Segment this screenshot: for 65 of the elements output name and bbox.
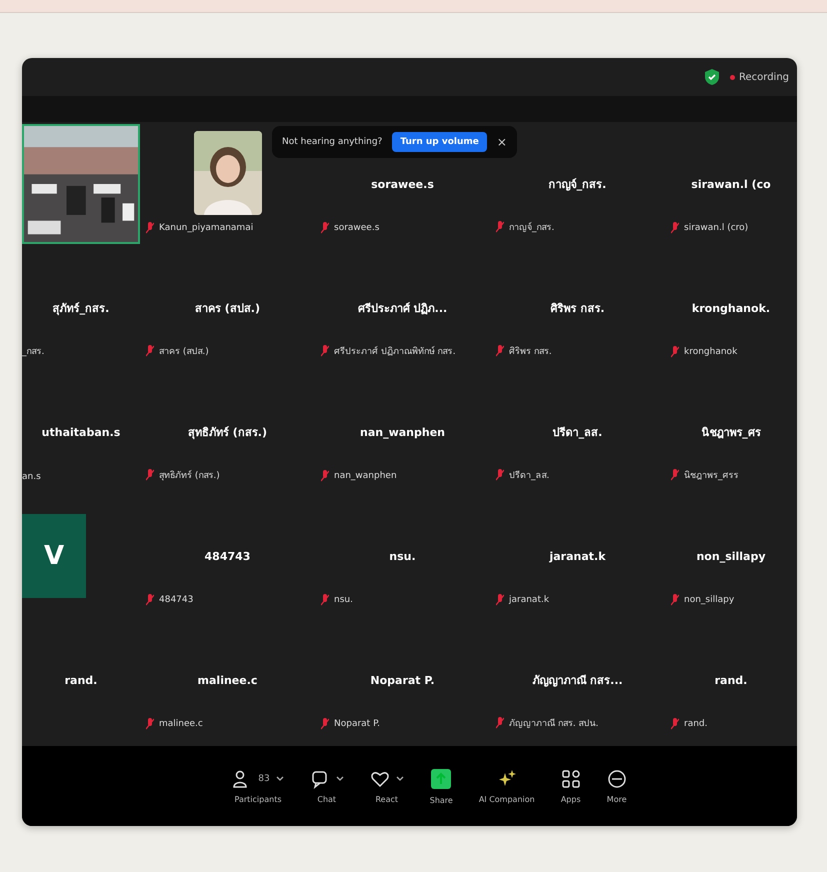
- shield-icon: [704, 68, 720, 86]
- participant-name: rand.: [64, 674, 98, 686]
- participant-label: kronghanok: [684, 347, 738, 357]
- more-icon[interactable]: [606, 768, 627, 788]
- participant-count: 83: [258, 774, 270, 784]
- participant-name: kronghanok.: [692, 302, 770, 314]
- participant-name: ศิริพร กสร.: [550, 301, 604, 317]
- toolbar-label[interactable]: Participants: [234, 794, 282, 804]
- participant-name: jaranat.k: [549, 550, 606, 562]
- participant-label: an.s: [22, 472, 41, 482]
- participant-label: sorawee.s: [334, 223, 380, 233]
- participant-name: 484743: [204, 550, 250, 562]
- participant-label: jaranat.k: [509, 595, 550, 605]
- toast-message: Not hearing anything?: [282, 137, 382, 147]
- participant-label: nsu.: [334, 595, 353, 605]
- participant-label: nan_wanphen: [334, 471, 397, 481]
- participant-label: ปรีดา_ลส.: [509, 470, 550, 482]
- participant-name: นิชฎาพร_ศร: [701, 425, 761, 441]
- participant-name: non_sillapy: [696, 550, 766, 562]
- caret-icon[interactable]: [396, 776, 404, 782]
- toolbar-label[interactable]: AI Companion: [478, 794, 535, 804]
- participant-label: 484743: [159, 595, 194, 605]
- apps-icon[interactable]: [560, 768, 581, 788]
- participant-name: nan_wanphen: [360, 426, 445, 438]
- caret-icon[interactable]: [336, 776, 344, 782]
- toolbar-label[interactable]: Chat: [317, 794, 336, 804]
- participant-label: malinee.c: [159, 719, 203, 729]
- recording-indicator[interactable]: Recording: [730, 72, 789, 82]
- participant-label: ศิริพร กสร.: [509, 346, 552, 358]
- turn-up-volume-button[interactable]: Turn up volume: [392, 132, 487, 152]
- participant-name: สุทธิภัทร์ (กสร.): [188, 425, 268, 441]
- avatar: V: [22, 514, 86, 598]
- participant-label: sirawan.l (cro): [684, 223, 748, 233]
- toolbar-label[interactable]: Apps: [560, 794, 581, 804]
- participant-name: สุภัทร์_กสร.: [52, 301, 110, 317]
- participant-name: sorawee.s: [371, 178, 434, 190]
- participant-name: สาคร (สปส.): [194, 301, 260, 317]
- participant-name: sirawan.l (co: [691, 178, 771, 190]
- caret-icon[interactable]: [276, 776, 284, 782]
- participant-label: สุทธิภัทร์ (กสร.): [159, 469, 220, 482]
- participant-name: ภัญญาภาณี กสร...: [532, 673, 623, 689]
- close-button[interactable]: ×: [496, 135, 507, 149]
- participant-label: ศรีประภาศ์ ปฏิภาณพิทักษ์ กสร.: [334, 345, 456, 358]
- participant-name: rand.: [714, 674, 748, 686]
- toolbar-label[interactable]: React: [375, 794, 398, 804]
- share-icon[interactable]: [430, 768, 452, 790]
- participant-label: กาญจ์_กสร.: [509, 221, 554, 234]
- participant-label: ภัญญาภาณี กสร. สปน.: [509, 718, 598, 730]
- participant-name: malinee.c: [198, 674, 258, 686]
- participant-name: ศรีประภาศ์ ปฏิภ...: [358, 301, 448, 317]
- participant-label: non_sillapy: [684, 595, 734, 605]
- toolbar-label[interactable]: More: [606, 794, 627, 804]
- participant-name: Noparat P.: [370, 674, 435, 686]
- toolbar-label[interactable]: Share: [430, 796, 453, 804]
- participant-label: สาคร (สปส.): [159, 346, 209, 358]
- participant-label: Noparat P.: [334, 719, 380, 729]
- participant-label: rand.: [684, 719, 708, 729]
- participant-name: กาญจ์_กสร.: [548, 177, 606, 193]
- participant-label: _กสร.: [22, 346, 44, 358]
- participant-label: นิชฎาพร_ศรร: [684, 470, 738, 482]
- participant-name: nsu.: [389, 550, 416, 562]
- participant-name: uthaitaban.s: [42, 426, 120, 438]
- chat-icon[interactable]: [310, 768, 330, 788]
- participant-name: ปรีดา_ลส.: [552, 425, 602, 441]
- participant-label: Kanun_piyamanamai: [159, 223, 254, 233]
